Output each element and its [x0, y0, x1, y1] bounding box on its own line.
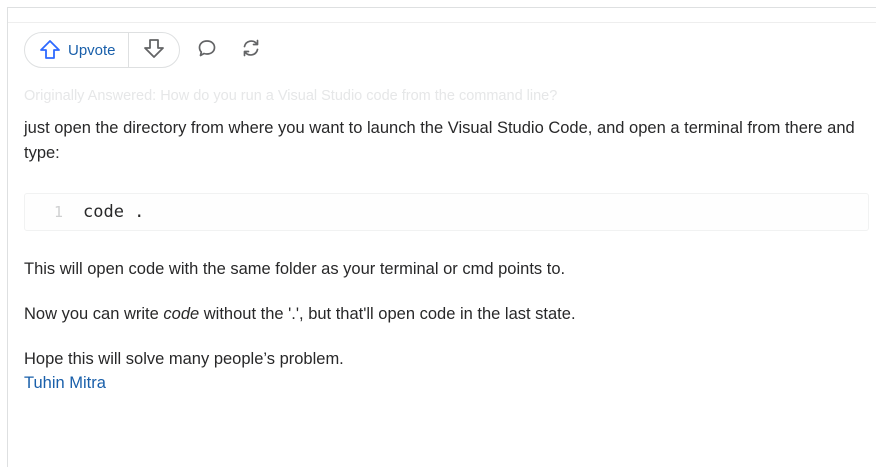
share-cycle-icon [240, 37, 262, 64]
answer-action-bar: Upvote [24, 31, 268, 69]
comment-button[interactable] [190, 33, 224, 67]
answer-paragraph-4: Hope this will solve many people’s probl… [24, 350, 344, 368]
card-top-divider [8, 8, 876, 23]
upvote-button[interactable]: Upvote [25, 33, 128, 67]
answer-paragraph-3: Now you can write code without the '.', … [24, 302, 576, 327]
para3-emphasis: code [163, 305, 200, 323]
downvote-button[interactable] [129, 33, 179, 67]
answer-card [7, 7, 876, 467]
share-button[interactable] [234, 33, 268, 67]
answer-paragraph-2: This will open code with the same folder… [24, 260, 566, 278]
comment-bubble-icon [196, 37, 218, 64]
author-link[interactable]: Tuhin Mitra [24, 371, 106, 396]
para3-before: Now you can write [24, 305, 164, 323]
code-block: 1 code . [24, 193, 869, 231]
arrow-down-icon [143, 37, 165, 64]
arrow-up-icon [39, 39, 61, 61]
para3-after: without the '.', but that'll open code i… [199, 305, 576, 323]
vote-pill: Upvote [24, 32, 180, 68]
code-line-text: code . [83, 202, 145, 222]
upvote-label: Upvote [68, 41, 116, 59]
originally-answered-note: Originally Answered: How do you run a Vi… [24, 88, 558, 104]
code-line-number: 1 [53, 203, 63, 221]
answer-intro-text: just open the directory from where you w… [24, 119, 855, 162]
